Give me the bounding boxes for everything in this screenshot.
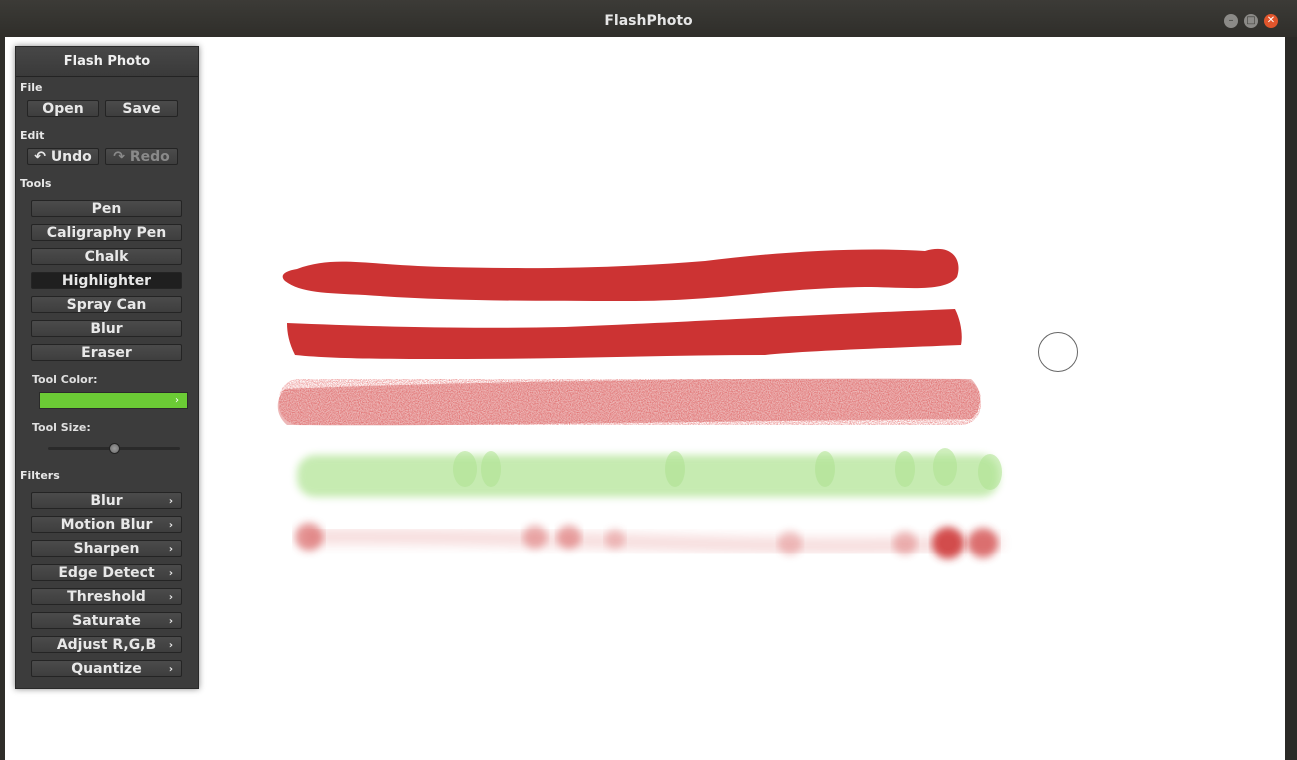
chevron-right-icon: › bbox=[168, 520, 173, 531]
redo-icon: ↷ bbox=[113, 149, 130, 165]
brush-cursor bbox=[1038, 332, 1078, 372]
tool-caligraphy-pen-button[interactable]: Caligraphy Pen bbox=[31, 224, 182, 241]
undo-button[interactable]: ↶ Undo bbox=[27, 148, 99, 165]
filter-blur-label: Blur bbox=[90, 493, 123, 509]
filter-threshold-button[interactable]: Threshold › bbox=[31, 588, 182, 605]
edit-section-label: Edit bbox=[20, 129, 45, 142]
filter-quantize-label: Quantize bbox=[71, 661, 142, 677]
filter-edge-detect-button[interactable]: Edge Detect › bbox=[31, 564, 182, 581]
filter-saturate-label: Saturate bbox=[72, 613, 141, 629]
filter-sharpen-label: Sharpen bbox=[73, 541, 140, 557]
tool-color-picker[interactable]: › bbox=[39, 392, 188, 409]
window-titlebar: FlashPhoto – □ ✕ bbox=[0, 0, 1297, 38]
filter-adjust-rgb-label: Adjust R,G,B bbox=[56, 637, 157, 653]
redo-label: Redo bbox=[129, 149, 170, 165]
chevron-right-icon: › bbox=[168, 664, 173, 675]
pen-stroke bbox=[282, 248, 959, 301]
minimize-icon[interactable]: – bbox=[1224, 14, 1238, 28]
chevron-right-icon: › bbox=[168, 496, 173, 507]
caligraphy-stroke bbox=[287, 309, 962, 359]
tool-spray-can-button[interactable]: Spray Can bbox=[31, 296, 182, 313]
chevron-right-icon: › bbox=[168, 592, 173, 603]
window-border-right bbox=[1285, 37, 1297, 760]
chalk-stroke bbox=[277, 378, 981, 426]
save-button[interactable]: Save bbox=[105, 100, 178, 117]
tool-eraser-button[interactable]: Eraser bbox=[31, 344, 182, 361]
filter-saturate-button[interactable]: Saturate › bbox=[31, 612, 182, 629]
tools-section-label: Tools bbox=[20, 177, 52, 190]
filter-motion-blur-label: Motion Blur bbox=[60, 517, 153, 533]
tool-blur-button[interactable]: Blur bbox=[31, 320, 182, 337]
blur-stroke bbox=[295, 523, 1002, 559]
tool-chalk-button[interactable]: Chalk bbox=[31, 248, 182, 265]
window-title: FlashPhoto bbox=[604, 13, 693, 29]
file-section-label: File bbox=[20, 81, 43, 94]
chevron-right-icon: › bbox=[168, 616, 173, 627]
filter-quantize-button[interactable]: Quantize › bbox=[31, 660, 182, 677]
tool-pen-button[interactable]: Pen bbox=[31, 200, 182, 217]
chevron-right-icon: › bbox=[168, 544, 173, 555]
filter-edge-detect-label: Edge Detect bbox=[58, 565, 155, 581]
tool-panel: Flash Photo File Open Save Edit ↶ Undo ↷… bbox=[15, 46, 199, 689]
redo-button[interactable]: ↷ Redo bbox=[105, 148, 178, 165]
tool-color-label: Tool Color: bbox=[32, 373, 98, 386]
open-button[interactable]: Open bbox=[27, 100, 99, 117]
undo-icon: ↶ bbox=[34, 149, 51, 165]
chevron-right-icon: › bbox=[168, 640, 173, 651]
tool-highlighter-button[interactable]: Highlighter bbox=[31, 272, 182, 289]
filter-blur-button[interactable]: Blur › bbox=[31, 492, 182, 509]
panel-title: Flash Photo bbox=[16, 47, 198, 77]
filter-threshold-label: Threshold bbox=[67, 589, 146, 605]
filters-section-label: Filters bbox=[20, 469, 60, 482]
filter-sharpen-button[interactable]: Sharpen › bbox=[31, 540, 182, 557]
chevron-right-icon: › bbox=[168, 568, 173, 579]
tool-size-label: Tool Size: bbox=[32, 421, 91, 434]
tool-size-slider-thumb[interactable] bbox=[109, 443, 120, 454]
filter-adjust-rgb-button[interactable]: Adjust R,G,B › bbox=[31, 636, 182, 653]
undo-label: Undo bbox=[50, 149, 92, 165]
highlighter-stroke bbox=[297, 448, 1002, 497]
chevron-right-icon: › bbox=[175, 395, 179, 406]
maximize-icon[interactable]: □ bbox=[1244, 14, 1258, 28]
close-icon[interactable]: ✕ bbox=[1264, 14, 1278, 28]
filter-motion-blur-button[interactable]: Motion Blur › bbox=[31, 516, 182, 533]
